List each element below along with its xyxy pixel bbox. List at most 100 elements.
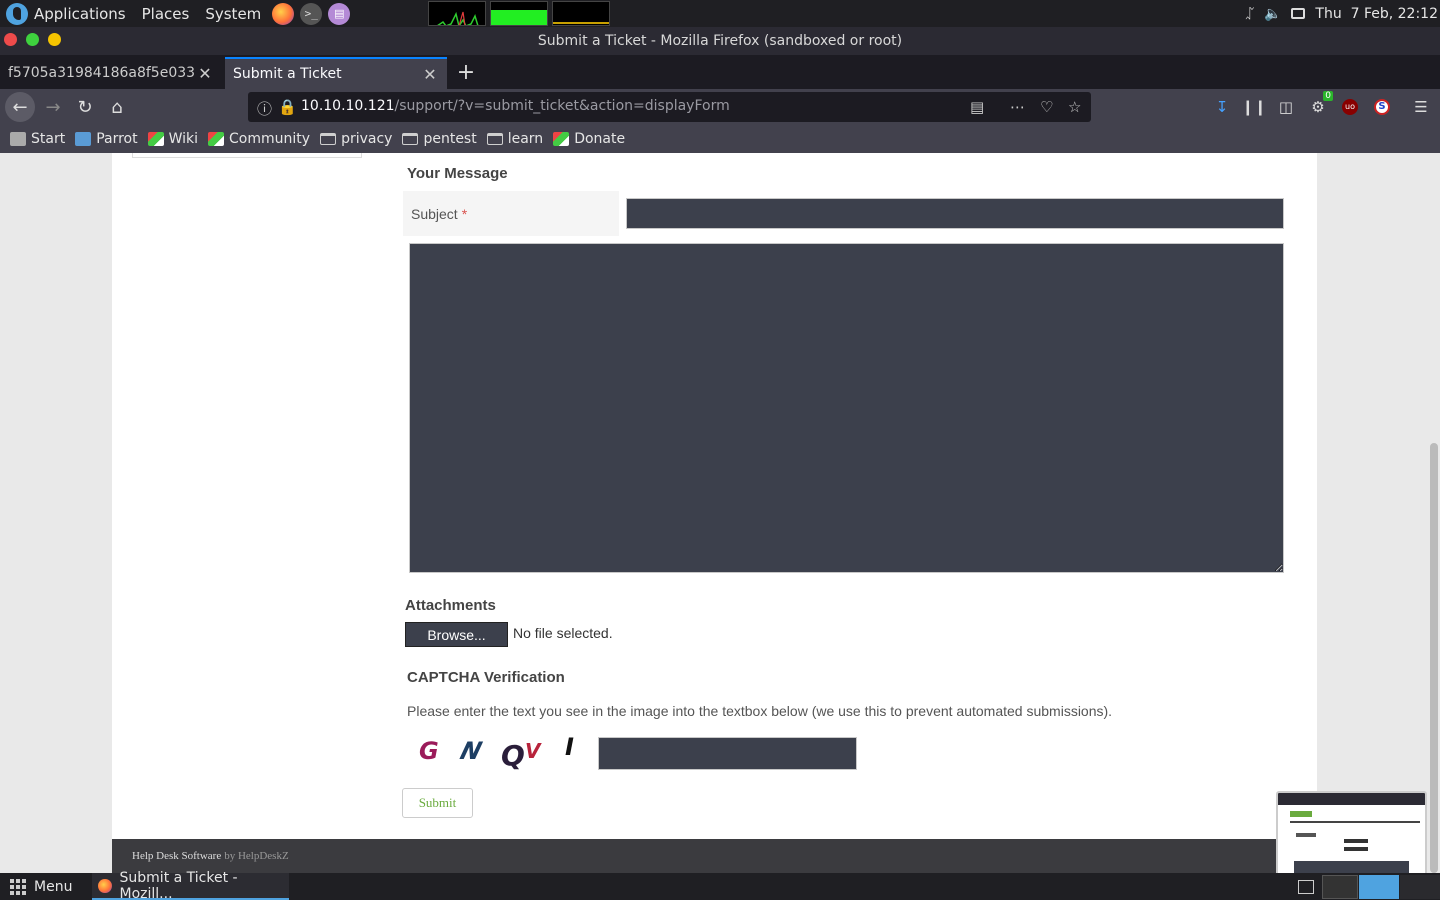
new-tab-plus-icon[interactable]: + [455, 57, 477, 87]
tab-hash[interactable]: f5705a31984186a8f5e0335 ✕ [0, 57, 222, 89]
workspace-3[interactable] [1400, 874, 1440, 899]
window-minimize-button[interactable] [48, 33, 61, 46]
scrollbar-thumb[interactable] [1430, 443, 1438, 873]
url-text[interactable]: 10.10.10.121/support/?v=submit_ticket&ac… [301, 98, 730, 114]
thumbnail-chrome [1278, 793, 1425, 805]
cpu-monitor-graph [428, 1, 486, 26]
terminal-launcher-icon[interactable]: >_ [300, 2, 323, 25]
wiki-icon [147, 132, 164, 146]
parrot-logo-icon[interactable] [6, 2, 28, 25]
menu-grid-icon[interactable] [10, 878, 26, 895]
back-arrow-icon[interactable]: ← [5, 92, 35, 122]
library-icon[interactable]: ❙❙ [1241, 96, 1266, 118]
tab-close-icon[interactable]: ✕ [421, 65, 439, 84]
subject-label: Subject * [403, 191, 619, 236]
bluetooth-icon[interactable]: ᛢ [1246, 6, 1254, 22]
pocket-icon[interactable]: ♡ [1040, 98, 1053, 116]
bookmark-star-icon[interactable]: ☆ [1068, 98, 1081, 116]
window-maximize-button[interactable] [26, 33, 39, 46]
reload-icon[interactable]: ↻ [70, 92, 100, 122]
workspace-2[interactable] [1359, 874, 1399, 899]
community-icon [208, 132, 225, 146]
applications-menu[interactable]: Applications [34, 0, 134, 27]
bookmark-label: pentest [423, 131, 477, 147]
bookmark-folder-pentest[interactable]: pentest [402, 131, 477, 147]
bookmark-community[interactable]: Community [208, 131, 310, 147]
volume-icon[interactable]: 🔈 [1264, 6, 1281, 22]
navigation-toolbar: ← → ↻ ⌂ ⓘ 🔒 10.10.10.121/support/?v=subm… [0, 89, 1440, 125]
url-path: /support/?v=submit_ticket&action=display… [394, 98, 730, 114]
network-monitor-graph [552, 1, 610, 26]
text-editor-launcher-icon[interactable]: ▤ [328, 2, 351, 25]
bookmark-wiki[interactable]: Wiki [147, 131, 198, 147]
tab-submit-ticket[interactable]: Submit a Ticket ✕ [225, 57, 447, 89]
reader-view-icon[interactable]: ▤ [970, 98, 984, 116]
downloads-icon[interactable]: ↧ [1211, 96, 1233, 118]
submit-button[interactable]: Submit [402, 788, 473, 818]
window-preview-thumbnail[interactable] [1276, 791, 1427, 873]
tab-close-icon[interactable]: ✕ [196, 64, 214, 83]
extension-badge: 0 [1323, 91, 1333, 101]
bookmark-label: privacy [341, 131, 393, 147]
captcha-char: N [457, 737, 485, 765]
sidebar-icon[interactable]: ◫ [1275, 96, 1297, 118]
tab-title: Submit a Ticket [233, 66, 342, 82]
url-bar[interactable]: ⓘ 🔒 10.10.10.121/support/?v=submit_ticke… [248, 92, 1091, 122]
workspace-switcher-icon[interactable] [1298, 879, 1314, 894]
thumbnail-logo [1290, 811, 1312, 817]
clock[interactable]: Thu 7 Feb, 22:12 [1315, 6, 1438, 22]
display-icon[interactable] [1291, 8, 1306, 19]
system-menu[interactable]: System [197, 0, 269, 27]
bookmark-star-icon [10, 132, 26, 146]
top-panel: Applications Places System >_ ▤ ᛢ 🔈 Thu … [0, 0, 1440, 27]
memory-fill-bar [491, 10, 547, 25]
window-title: Submit a Ticket - Mozilla Firefox (sandb… [537, 33, 903, 49]
browse-file-button[interactable]: Browse... [405, 622, 508, 647]
required-marker: * [461, 205, 468, 222]
home-icon[interactable]: ⌂ [102, 92, 132, 122]
captcha-input[interactable] [598, 737, 857, 770]
subject-input[interactable] [626, 198, 1284, 229]
bookmark-start[interactable]: Start [10, 131, 65, 147]
window-titlebar[interactable]: Submit a Ticket - Mozilla Firefox (sandb… [0, 27, 1440, 55]
folder-icon [320, 133, 337, 145]
bookmark-label: learn [507, 131, 544, 147]
workspace-1[interactable] [1322, 874, 1358, 899]
bookmark-parrot[interactable]: Parrot [75, 131, 138, 147]
your-message-heading: Your Message [407, 165, 508, 182]
taskbar-firefox-window[interactable]: Submit a Ticket - Mozill... [92, 870, 289, 900]
page-scrollbar[interactable] [1428, 153, 1440, 873]
insecure-lock-icon[interactable]: 🔒 [278, 98, 297, 116]
forward-arrow-icon[interactable]: → [38, 92, 68, 122]
thumbnail-block [1344, 839, 1368, 843]
extension-icon[interactable]: ⚙ 0 [1307, 91, 1333, 118]
bookmark-label: Donate [574, 131, 626, 147]
s-extension-icon[interactable]: S [1371, 96, 1393, 118]
hamburger-menu-icon[interactable]: ☰ [1410, 96, 1432, 118]
folder-icon [402, 133, 419, 145]
footer-by-text: by HelpDeskZ [224, 850, 289, 862]
bookmark-label: Start [31, 131, 66, 147]
captcha-image: G N Q V I [417, 731, 587, 775]
places-menu[interactable]: Places [134, 0, 198, 27]
bookmark-folder-learn[interactable]: learn [486, 131, 544, 147]
memory-monitor-graph [490, 1, 548, 26]
captcha-char: I [565, 733, 574, 761]
tab-bar: f5705a31984186a8f5e0335 ✕ Submit a Ticke… [0, 55, 1440, 89]
message-textarea[interactable] [409, 243, 1284, 573]
taskbar-menu-button[interactable]: Menu [34, 879, 72, 895]
donate-icon [553, 132, 570, 146]
ublock-icon[interactable]: uo [1339, 96, 1361, 118]
window-close-button[interactable] [4, 33, 17, 46]
bottom-taskbar: Menu Submit a Ticket - Mozill... [0, 870, 1440, 900]
page-actions-icon[interactable]: ⋯ [1010, 98, 1025, 116]
bookmark-donate[interactable]: Donate [553, 131, 625, 147]
attachments-heading: Attachments [405, 597, 496, 614]
footer-product-link[interactable]: Help Desk Software [132, 850, 221, 862]
captcha-char: Q [501, 739, 525, 772]
bookmark-folder-privacy[interactable]: privacy [320, 131, 392, 147]
info-icon[interactable]: ⓘ [257, 98, 272, 119]
firefox-launcher-icon[interactable] [272, 2, 295, 25]
file-status-text: No file selected. [513, 625, 613, 641]
parrot-icon [75, 132, 92, 146]
